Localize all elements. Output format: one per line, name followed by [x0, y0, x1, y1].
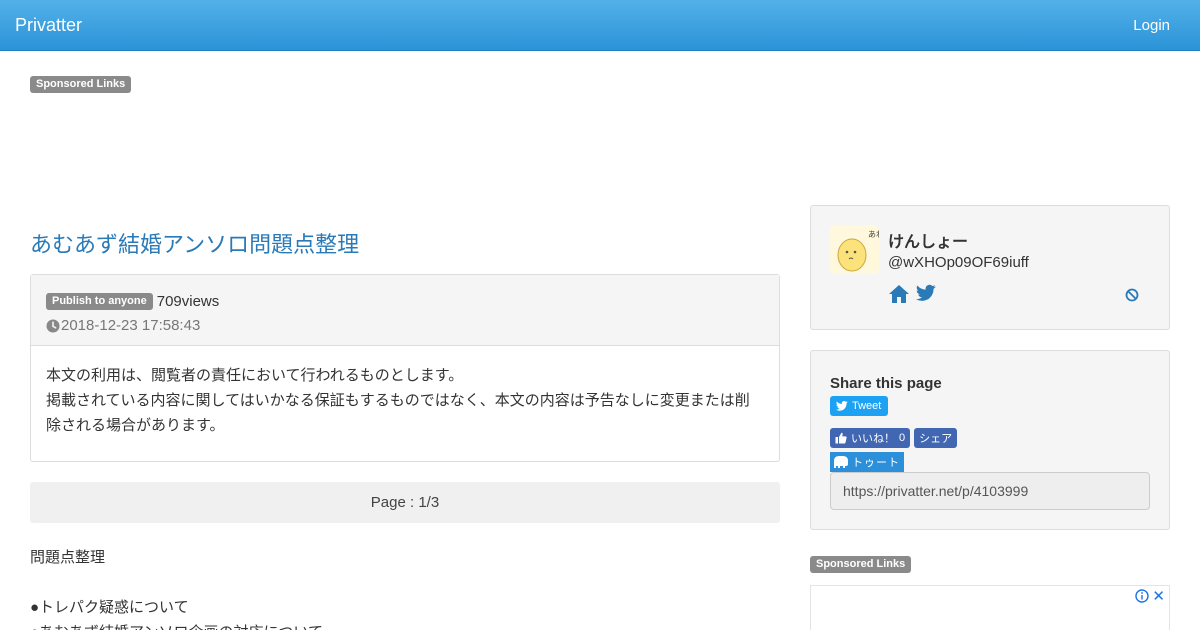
page-url-input[interactable] [830, 472, 1150, 510]
top-navbar: Privatter Login [0, 0, 1200, 51]
ad-close-icon[interactable]: ✕ [1152, 587, 1165, 605]
post-info-panel: Publish to anyone 709views 2018-12-23 17… [30, 274, 780, 462]
facebook-like-button[interactable]: いいね！ 0 [830, 428, 911, 448]
disclaimer-line: 除される場合があります。 [46, 417, 225, 434]
share-title: Share this page [830, 375, 942, 392]
block-icon[interactable] [1125, 288, 1139, 302]
facebook-share-button[interactable]: シェア [914, 428, 958, 448]
avatar[interactable]: あわわ [830, 225, 879, 274]
disclaimer: 本文の利用は、閲覧者の責任において行われるものとします。 掲載されている内容に関… [31, 346, 779, 438]
facebook-like-icon [835, 432, 847, 444]
mastodon-icon [834, 456, 848, 468]
disclaimer-line: 掲載されている内容に関してはいかなる保証もするものではなく、本文の内容は予告なし… [46, 392, 750, 409]
brand-link[interactable]: Privatter [15, 15, 82, 36]
author-card: あわわ けんしょー @wXHOp09OF69iuff [810, 205, 1170, 330]
post-date: 2018-12-23 17:58:43 [61, 317, 201, 334]
sponsored-links-label: Sponsored Links [810, 556, 912, 573]
tweet-button[interactable]: Tweet [830, 396, 889, 416]
content-line: 問題点整理 [30, 549, 106, 566]
content-line [30, 570, 780, 595]
visibility-badge: Publish to anyone [46, 292, 153, 310]
post-title[interactable]: あむあず結婚アンソロ問題点整理 [30, 227, 359, 259]
post-content: 問題点整理 ●トレパク疑惑について ●あむあず結婚アンソロ企画の対応について [30, 545, 780, 630]
share-card: Share this page Tweet いいね！ 0 シェア トゥート [810, 350, 1170, 530]
author-name: けんしょー [888, 234, 969, 251]
tweet-label: Tweet [852, 400, 882, 412]
like-count: 0 [899, 432, 906, 444]
toot-label: トゥート [852, 457, 900, 469]
view-count: 709views [156, 292, 220, 310]
sponsored-links-label: Sponsored Links [30, 76, 132, 93]
post-meta: Publish to anyone 709views 2018-12-23 17… [31, 275, 779, 346]
home-icon[interactable] [888, 284, 910, 304]
twitter-icon [836, 401, 848, 411]
ad-slot[interactable]: ✕ [810, 585, 1170, 630]
ad-info-icon[interactable] [1135, 589, 1149, 603]
content-line: ●あむあず結婚アンソロ企画の対応について [30, 620, 780, 630]
page-indicator: Page : 1/3 [30, 482, 780, 523]
login-link[interactable]: Login [1133, 17, 1170, 34]
content-line: ●トレパク疑惑について [30, 599, 189, 616]
like-label: いいね！ [851, 433, 895, 445]
twitter-icon[interactable] [916, 284, 936, 302]
avatar-caption: あわわ [868, 230, 879, 239]
author-handle: @wXHOp09OF69iuff [888, 254, 1029, 271]
clock-icon [46, 319, 60, 332]
toot-button[interactable]: トゥート [830, 452, 904, 472]
disclaimer-line: 本文の利用は、閲覧者の責任において行われるものとします。 [46, 367, 464, 384]
